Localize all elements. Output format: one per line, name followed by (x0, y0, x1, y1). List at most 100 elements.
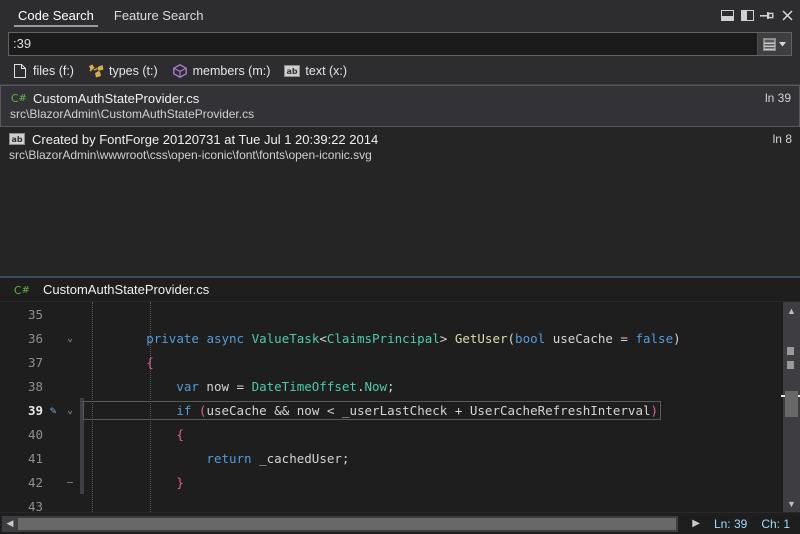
code-token (86, 403, 176, 418)
fold-end-icon[interactable]: — (60, 477, 80, 488)
code-text: } (84, 470, 783, 494)
text-icon: ab (8, 131, 26, 147)
fold-collapse-icon[interactable]: ⌄ (60, 405, 80, 416)
code-text (84, 494, 783, 512)
code-token: ValueTask (252, 331, 320, 346)
search-row (0, 30, 800, 58)
code-token (86, 427, 176, 442)
code-text: return _cachedUser; (84, 446, 783, 470)
code-token (447, 331, 455, 346)
svg-text:C: C (14, 285, 21, 297)
scroll-left-arrow[interactable]: ◀ (2, 516, 18, 532)
filter-files[interactable]: files (f:) (12, 63, 74, 79)
close-icon[interactable] (778, 6, 796, 24)
search-history-button[interactable] (757, 33, 791, 55)
code-line-39[interactable]: 39✎⌄ if (useCache && now < _userLastChec… (0, 398, 783, 422)
line-number: 42 (0, 475, 46, 490)
code-token: UserCacheRefreshInterval (470, 403, 651, 418)
edit-pencil-icon: ✎ (46, 404, 60, 417)
result-row-1-path: src\BlazorAdmin\wwwroot\css\open-iconic\… (9, 148, 792, 162)
code-token: _cachedUser (259, 451, 342, 466)
text-icon: ab (284, 63, 300, 79)
filter-members[interactable]: members (m:) (172, 63, 271, 79)
filter-text[interactable]: ab text (x:) (284, 63, 347, 79)
svg-text:#: # (21, 285, 29, 296)
code-line-40[interactable]: 40 { (0, 422, 783, 446)
result-row-1-title: Created by FontForge 20120731 at Tue Jul… (32, 132, 378, 147)
split-vertical-icon[interactable] (738, 6, 756, 24)
types-icon (88, 63, 104, 79)
tab-code-search[interactable]: Code Search (8, 0, 104, 30)
code-token: < (319, 331, 327, 346)
code-line-43[interactable]: 43 (0, 494, 783, 512)
code-token: = (229, 379, 252, 394)
vertical-scrollbar[interactable]: ▲ ▼ (783, 302, 800, 512)
result-row-0-main: C # CustomAuthStateProvider.cs ln 39 (9, 90, 791, 106)
search-input[interactable] (9, 33, 757, 55)
line-number: 36 (0, 331, 46, 346)
code-token: ( (508, 331, 516, 346)
code-line-41[interactable]: 41 return _cachedUser; (0, 446, 783, 470)
svg-text:ab: ab (11, 135, 22, 144)
scroll-down-arrow[interactable]: ▼ (783, 495, 800, 512)
split-horizontal-icon[interactable] (718, 6, 736, 24)
code-line-36[interactable]: 36⌄ private async ValueTask<ClaimsPrinci… (0, 326, 783, 350)
filter-types-label: types (t:) (109, 64, 158, 78)
code-token: < (319, 403, 342, 418)
line-number: 41 (0, 451, 46, 466)
code-line-38[interactable]: 38 var now = DateTimeOffset.Now; (0, 374, 783, 398)
svg-text:C: C (11, 93, 18, 105)
results-list[interactable]: C # CustomAuthStateProvider.cs ln 39 src… (0, 84, 800, 276)
vertical-scroll-thumb[interactable] (785, 391, 798, 417)
result-row-1[interactable]: ab Created by FontForge 20120731 at Tue … (0, 127, 800, 167)
result-row-0[interactable]: C # CustomAuthStateProvider.cs ln 39 src… (0, 85, 800, 127)
code-token: now (297, 403, 320, 418)
vertical-scroll-track[interactable] (783, 319, 800, 495)
csharp-icon: C # (12, 282, 30, 298)
tab-feature-search[interactable]: Feature Search (104, 0, 214, 30)
scroll-up-arrow[interactable]: ▲ (783, 302, 800, 319)
horizontal-scroll-thumb[interactable] (18, 518, 676, 530)
code-token: now (206, 379, 229, 394)
code-token: useCache (553, 331, 613, 346)
code-text (84, 302, 783, 326)
code-token: if (176, 403, 191, 418)
code-line-37[interactable]: 37 { (0, 350, 783, 374)
code-token (545, 331, 553, 346)
code-area[interactable]: 35 36⌄ private async ValueTask<ClaimsPri… (0, 302, 783, 512)
filter-members-label: members (m:) (193, 64, 271, 78)
pin-icon[interactable] (758, 6, 776, 24)
code-token: return (206, 451, 251, 466)
code-text-inner: if (useCache && now < _userLastCheck + U… (84, 402, 660, 419)
fold-collapse-icon[interactable]: ⌄ (60, 333, 80, 344)
filter-types[interactable]: types (t:) (88, 63, 158, 79)
code-token: { (176, 427, 184, 442)
code-token: ; (387, 379, 395, 394)
svg-text:#: # (18, 93, 26, 104)
code-line-35[interactable]: 35 (0, 302, 783, 326)
code-token: bool (515, 331, 545, 346)
status-char: Ch: 1 (761, 517, 790, 531)
result-row-1-main: ab Created by FontForge 20120731 at Tue … (8, 131, 792, 147)
code-token: useCache (206, 403, 266, 418)
code-line-42[interactable]: 42 — } (0, 470, 783, 494)
line-number: 37 (0, 355, 46, 370)
code-lines: 35 36⌄ private async ValueTask<ClaimsPri… (0, 302, 783, 512)
chevron-right-icon[interactable]: ▶ (692, 518, 700, 529)
search-box[interactable] (8, 32, 792, 56)
chevron-down-icon (779, 42, 786, 47)
line-number: 35 (0, 307, 46, 322)
result-row-1-line: ln 8 (761, 132, 792, 146)
history-icon (763, 38, 776, 51)
status-bar: ◀ ▶ Ln: 39 Ch: 1 (0, 512, 800, 534)
code-token: = (613, 331, 636, 346)
filter-text-label: text (x:) (305, 64, 347, 78)
code-token: ) (673, 331, 681, 346)
code-token: ClaimsPrincipal (327, 331, 440, 346)
code-search-window: Code Search Feature Search (0, 0, 800, 534)
code-token: + (447, 403, 470, 418)
horizontal-scrollbar[interactable]: ◀ (2, 516, 678, 532)
filter-files-label: files (f:) (33, 64, 74, 78)
title-bar: Code Search Feature Search (0, 0, 800, 30)
filter-row: files (f:) types (t:) mem (0, 58, 800, 84)
